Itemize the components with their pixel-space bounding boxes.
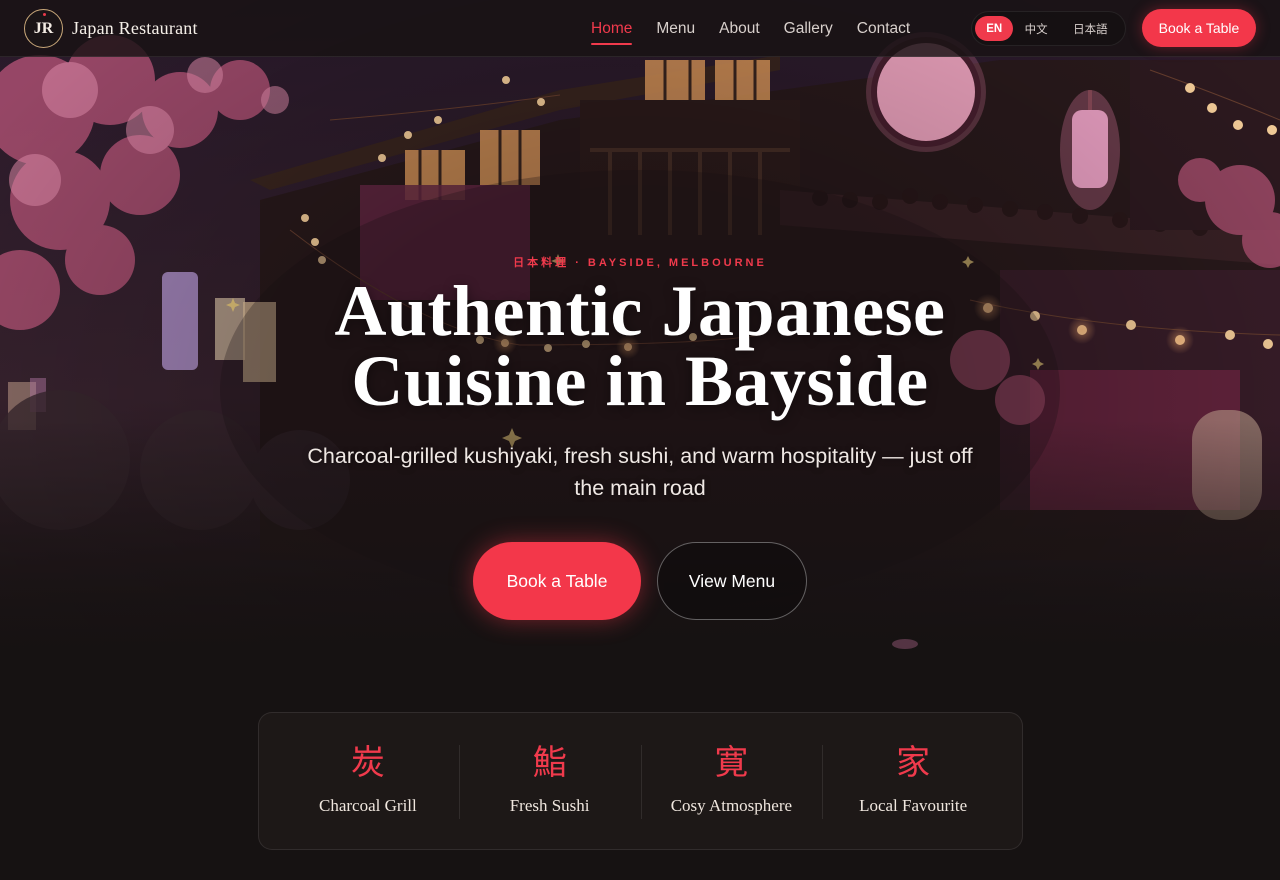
hero-headline: Authentic Japanese Cuisine in Bayside — [0, 275, 1280, 417]
nav-gallery[interactable]: Gallery — [784, 16, 833, 42]
feature-kanji-icon: 家 — [896, 743, 931, 783]
feature-local-favourite: 家 Local Favourite — [822, 743, 1004, 849]
logo-badge: JR — [24, 9, 63, 48]
main-nav: Home Menu About Gallery Contact — [591, 0, 910, 57]
feature-fresh-sushi: 鮨 Fresh Sushi — [458, 743, 641, 849]
feature-kanji-icon: 鮨 — [532, 743, 567, 783]
feature-label: Fresh Sushi — [509, 796, 590, 815]
feature-cosy-atmosphere: 寛 Cosy Atmosphere — [640, 743, 823, 849]
feature-charcoal-grill: 炭 Charcoal Grill — [277, 743, 459, 849]
header-book-table-button[interactable]: Book a Table — [1142, 9, 1256, 47]
nav-menu[interactable]: Menu — [656, 16, 695, 42]
site-header: JR Japan Restaurant Home Menu About Gall… — [0, 0, 1280, 57]
feature-kanji-icon: 寛 — [714, 743, 749, 783]
lang-zh-option[interactable]: 中文 — [1013, 16, 1058, 41]
brand-home-link[interactable]: JR Japan Restaurant — [24, 9, 198, 48]
hero-view-menu-button[interactable]: View Menu — [657, 542, 807, 620]
feature-label: Charcoal Grill — [319, 796, 417, 815]
lang-ja-option[interactable]: 日本語 — [1059, 16, 1122, 41]
feature-label: Cosy Atmosphere — [670, 796, 793, 815]
hero-subheadline: Charcoal-grilled kushiyaki, fresh sushi,… — [307, 444, 973, 500]
hero-eyebrow: 日本料理 · BAYSIDE, MELBOURNE — [513, 257, 767, 269]
feature-kanji-icon: 炭 — [350, 743, 385, 783]
lang-en-option[interactable]: EN — [975, 16, 1014, 41]
logo-initials: JR — [33, 19, 54, 37]
hero-headline-line-1: Authentic Japanese — [334, 271, 946, 351]
nav-about[interactable]: About — [719, 16, 760, 42]
features-card: 炭 Charcoal Grill 鮨 Fresh Sushi 寛 Cosy At… — [258, 712, 1023, 850]
brand-name: Japan Restaurant — [72, 18, 198, 38]
nav-contact[interactable]: Contact — [857, 16, 910, 42]
language-switcher: EN 中文 日本語 — [971, 11, 1126, 46]
hero-headline-line-2: Cuisine in Bayside — [351, 341, 929, 421]
logo-accent-dot — [43, 13, 46, 16]
hero-book-table-button[interactable]: Book a Table — [473, 542, 641, 620]
nav-home[interactable]: Home — [591, 16, 633, 45]
feature-label: Local Favourite — [859, 796, 968, 815]
